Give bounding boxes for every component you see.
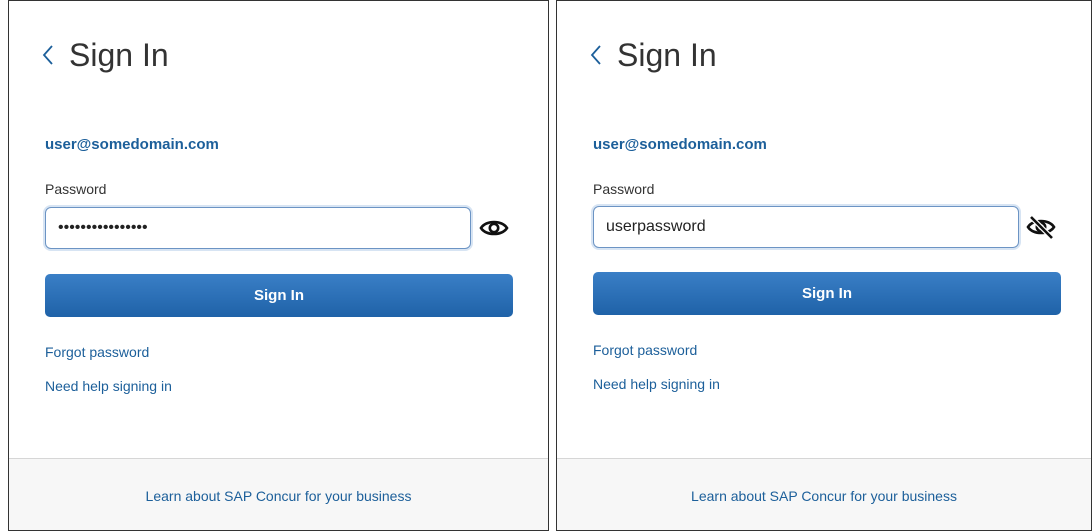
footer: Learn about SAP Concur for your business — [557, 458, 1091, 530]
eye-icon[interactable] — [477, 211, 511, 245]
password-field[interactable] — [45, 207, 471, 249]
sign-in-button[interactable]: Sign In — [45, 274, 513, 317]
forgot-password-link[interactable]: Forgot password — [45, 344, 149, 360]
signin-panel-revealed: Sign In user@somedomain.com Password Sig… — [556, 0, 1092, 531]
forgot-password-link[interactable]: Forgot password — [593, 342, 697, 358]
footer: Learn about SAP Concur for your business — [9, 458, 548, 530]
eye-slash-icon[interactable] — [1024, 210, 1058, 244]
learn-about-link[interactable]: Learn about SAP Concur for your business — [691, 488, 957, 504]
help-signing-in-link[interactable]: Need help signing in — [593, 376, 720, 392]
user-email: user@somedomain.com — [593, 136, 767, 153]
help-signing-in-link[interactable]: Need help signing in — [45, 378, 172, 394]
page-title: Sign In — [69, 36, 169, 73]
page-header: Sign In — [41, 35, 169, 75]
password-label: Password — [45, 181, 107, 197]
user-email: user@somedomain.com — [45, 136, 219, 153]
signin-panel-masked: Sign In user@somedomain.com Password Sig… — [8, 0, 549, 531]
password-label: Password — [593, 181, 655, 197]
password-field[interactable] — [593, 206, 1019, 248]
chevron-left-icon[interactable] — [589, 35, 611, 75]
learn-about-link[interactable]: Learn about SAP Concur for your business — [146, 488, 412, 504]
sign-in-button[interactable]: Sign In — [593, 272, 1061, 315]
chevron-left-icon[interactable] — [41, 35, 63, 75]
page-header: Sign In — [589, 35, 717, 75]
page-title: Sign In — [617, 36, 717, 73]
